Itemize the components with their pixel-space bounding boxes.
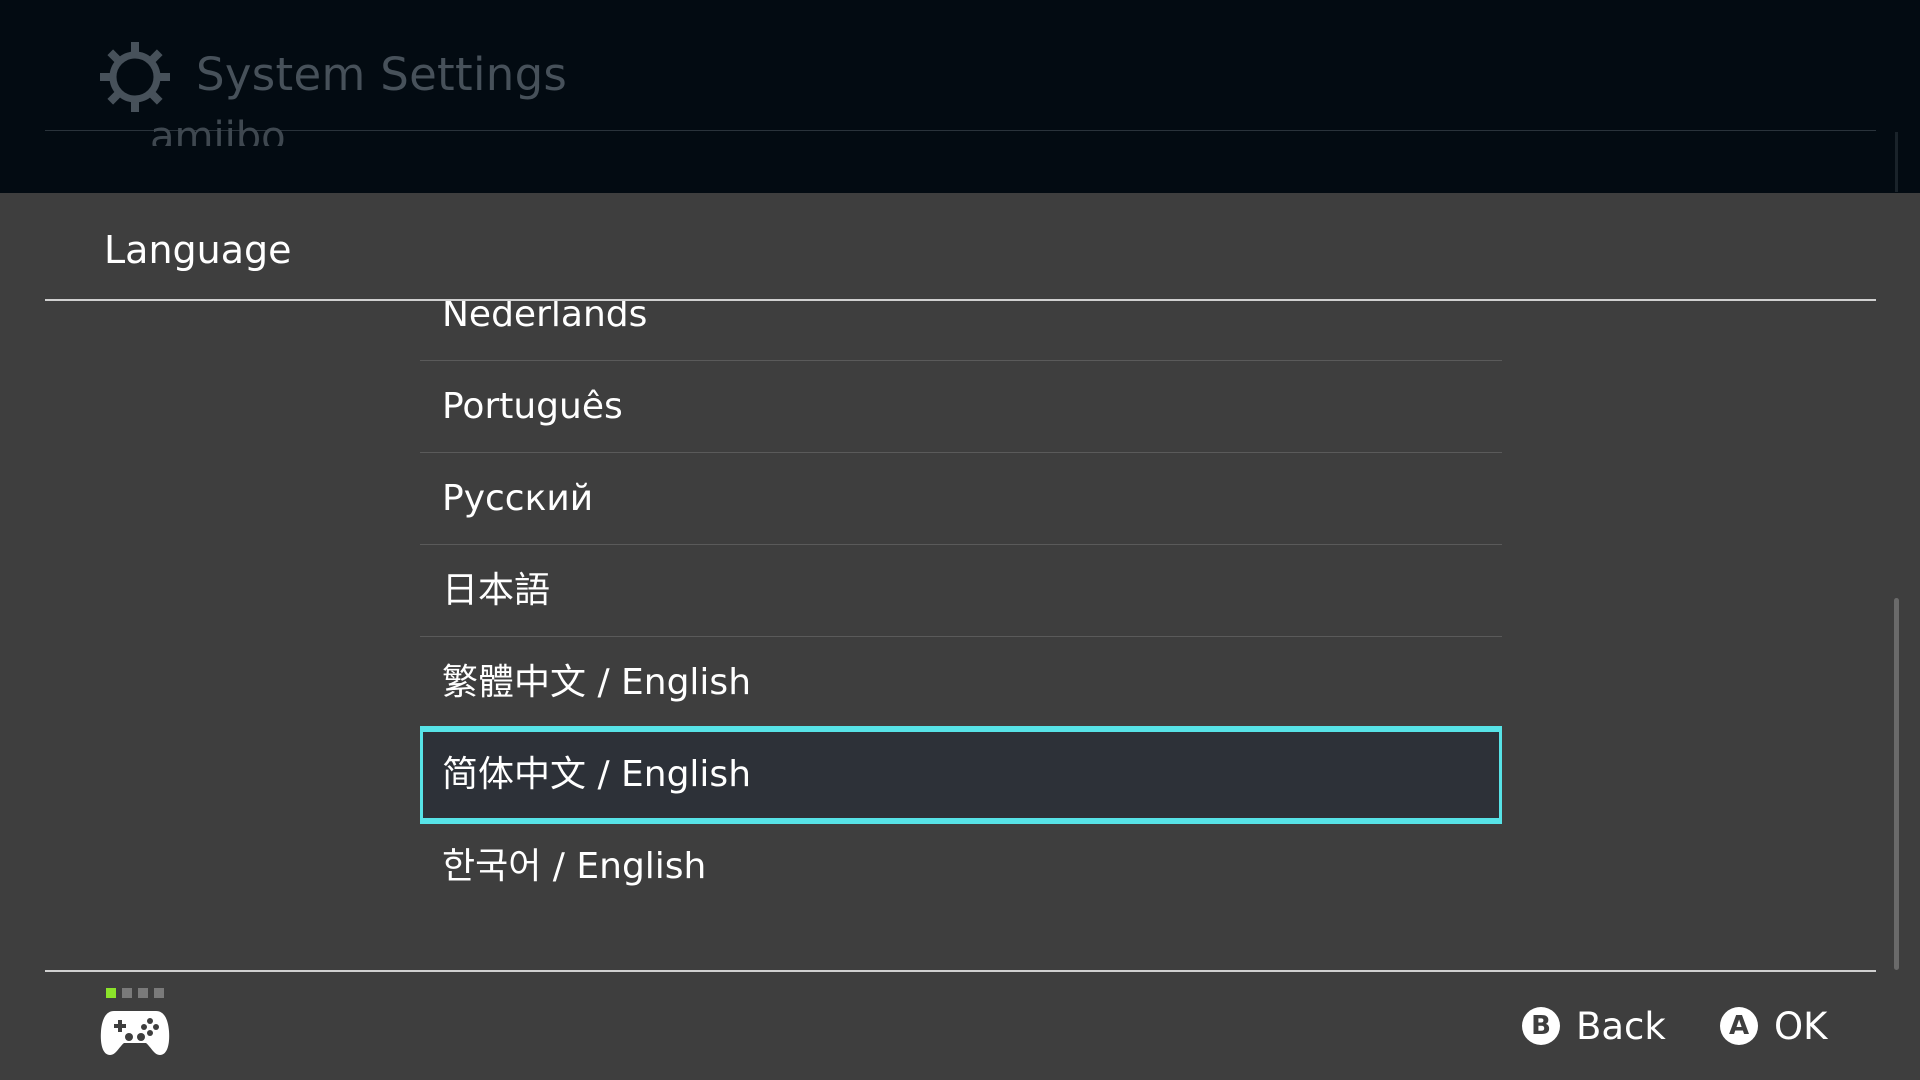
player-indicator: [106, 988, 164, 998]
panel-title: Language: [104, 228, 292, 272]
language-option-label: 简体中文 / English: [442, 754, 752, 795]
language-option-label: 한국어 / English: [442, 846, 707, 887]
ok-button[interactable]: A OK: [1720, 998, 1827, 1054]
language-option-traditional-chinese[interactable]: 繁體中文 / English: [420, 637, 1502, 729]
back-button[interactable]: B Back: [1522, 998, 1666, 1054]
background-header: System Settings amiibo: [0, 0, 1920, 193]
back-button-label: Back: [1576, 1004, 1666, 1048]
background-scrollbar: [1895, 132, 1898, 192]
page-title: System Settings: [196, 48, 568, 101]
language-option-label: Nederlands: [442, 301, 648, 335]
player-indicator-dot: [122, 988, 132, 998]
header-divider: [45, 130, 1876, 131]
player-indicator-dot: [154, 988, 164, 998]
player-indicator-dot: [106, 988, 116, 998]
language-option-simplified-chinese[interactable]: 简体中文 / English: [420, 726, 1502, 824]
ok-button-label: OK: [1774, 1004, 1828, 1048]
language-option-label: 日本語: [442, 570, 551, 611]
gamepad-icon: [100, 1011, 170, 1055]
language-option-label: 繁體中文 / English: [442, 662, 752, 703]
language-option-label: Português: [442, 386, 623, 427]
background-list-item: amiibo: [150, 100, 286, 146]
b-button-icon: B: [1522, 1007, 1560, 1045]
language-option-russian[interactable]: Русский: [420, 453, 1502, 545]
language-option-korean[interactable]: 한국어 / English: [420, 821, 1502, 901]
language-list: Nederlands Português Русский 日本語 繁體中文 / …: [420, 301, 1502, 901]
background-list-item-label: amiibo: [150, 114, 286, 146]
language-panel: Language Nederlands Português Русский 日本…: [0, 193, 1920, 1080]
language-option-nederlands[interactable]: Nederlands: [420, 301, 1502, 361]
language-option-portugues[interactable]: Português: [420, 361, 1502, 453]
language-option-japanese[interactable]: 日本語: [420, 545, 1502, 637]
a-button-icon: A: [1720, 1007, 1758, 1045]
scrollbar[interactable]: [1894, 598, 1899, 970]
language-option-label: Русский: [442, 478, 594, 519]
player-indicator-dot: [138, 988, 148, 998]
footer-divider: [45, 970, 1876, 972]
